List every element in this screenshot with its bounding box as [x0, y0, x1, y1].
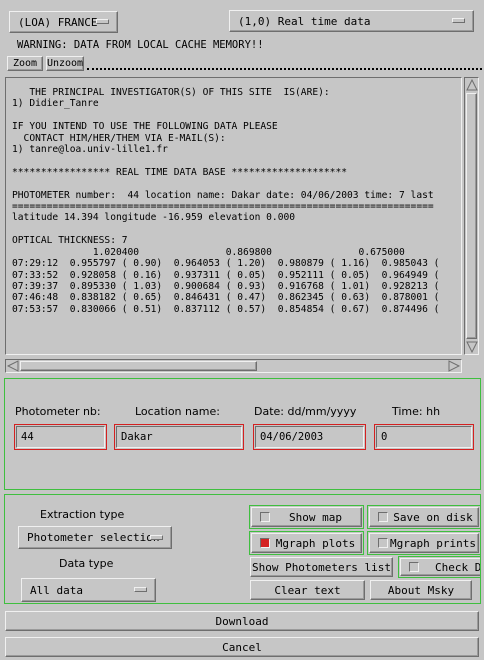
- show-map-indicator: [260, 512, 270, 522]
- site-select-value: (LOA) FRANCE: [18, 15, 98, 29]
- zoom-button[interactable]: Zoom: [7, 56, 43, 71]
- horizontal-scroll-thumb[interactable]: [20, 361, 257, 371]
- dropdown-indicator-icon: [452, 18, 465, 23]
- show-photometers-list-button[interactable]: Show Photometers list: [250, 557, 393, 577]
- horizontal-scrollbar[interactable]: [5, 359, 462, 373]
- vertical-scroll-thumb[interactable]: [466, 93, 477, 339]
- save-on-disk-label: Save on disk: [393, 510, 473, 524]
- download-button[interactable]: Download: [5, 611, 479, 631]
- location-label: Location name:: [135, 405, 220, 418]
- data-type-label: Data type: [59, 557, 114, 570]
- date-label: Date: dd/mm/yyyy: [254, 405, 357, 418]
- time-field[interactable]: 0: [374, 424, 474, 450]
- scroll-down-arrow-icon[interactable]: [466, 341, 478, 353]
- scroll-left-arrow-icon[interactable]: [7, 360, 19, 372]
- date-input[interactable]: 04/06/2003: [255, 426, 364, 448]
- scroll-up-arrow-icon[interactable]: [466, 79, 478, 91]
- time-input[interactable]: 0: [376, 426, 472, 448]
- time-label: Time: hh: [392, 405, 441, 418]
- mgraph-prints-label: Mgraph prints: [389, 536, 477, 550]
- vertical-scrollbar[interactable]: [464, 77, 479, 355]
- mgraph-plots-label: Mgraph plots: [275, 536, 356, 550]
- about-button[interactable]: About Msky: [370, 580, 472, 600]
- mgraph-plots-indicator: [260, 538, 270, 548]
- data-type-select[interactable]: All data: [21, 578, 156, 602]
- mgraph-prints-indicator: [378, 538, 388, 548]
- dropdown-indicator-icon: [150, 534, 163, 540]
- photometer-field[interactable]: 44: [14, 424, 107, 450]
- output-text: THE PRINCIPAL INVESTIGATOR(S) OF THIS SI…: [12, 87, 440, 315]
- location-input[interactable]: Dakar: [116, 426, 242, 448]
- save-on-disk-indicator: [378, 512, 388, 522]
- date-field[interactable]: 04/06/2003: [253, 424, 366, 450]
- extraction-type-value: Photometer selection: [27, 531, 160, 544]
- data-type-value: All data: [30, 583, 83, 597]
- check-db-indicator: [409, 562, 419, 572]
- dropdown-indicator-icon: [134, 587, 147, 592]
- unzoom-button[interactable]: Unzoom: [46, 56, 84, 71]
- photometer-label: Photometer nb:: [15, 405, 101, 418]
- location-field[interactable]: Dakar: [114, 424, 244, 450]
- clear-text-button[interactable]: Clear text: [250, 580, 365, 600]
- extraction-type-label: Extraction type: [40, 508, 125, 521]
- scroll-right-arrow-icon[interactable]: [448, 360, 460, 372]
- cancel-button[interactable]: Cancel: [5, 637, 479, 657]
- mgraph-prints-checkbutton[interactable]: Mgraph prints: [369, 533, 479, 553]
- save-on-disk-checkbutton[interactable]: Save on disk: [369, 507, 479, 527]
- data-source-select-value: (1,0) Real time data: [238, 14, 371, 28]
- check-db-frame: Check DB: [398, 556, 481, 578]
- output-text-area[interactable]: THE PRINCIPAL INVESTIGATOR(S) OF THIS SI…: [5, 77, 462, 355]
- mgraph-plots-checkbutton[interactable]: Mgraph plots: [251, 533, 362, 553]
- data-source-select[interactable]: (1,0) Real time data: [229, 10, 474, 32]
- show-map-label: Show map: [289, 510, 342, 524]
- extraction-type-select[interactable]: Photometer selection: [18, 526, 172, 549]
- paned-sash[interactable]: [87, 68, 482, 70]
- dropdown-indicator-icon: [96, 19, 109, 24]
- check-db-checkbutton[interactable]: Check DB: [400, 558, 481, 576]
- site-select[interactable]: (LOA) FRANCE: [9, 11, 118, 33]
- show-map-checkbutton[interactable]: Show map: [251, 507, 362, 527]
- cache-warning: WARNING: DATA FROM LOCAL CACHE MEMORY!!: [17, 39, 264, 51]
- check-db-label: Check DB: [435, 560, 481, 574]
- photometer-input[interactable]: 44: [16, 426, 105, 448]
